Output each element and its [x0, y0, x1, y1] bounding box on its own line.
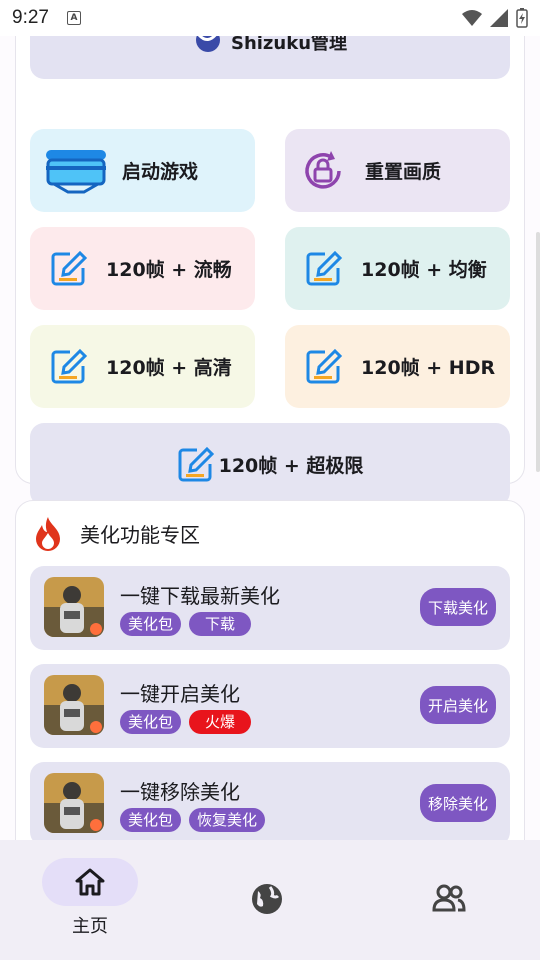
- tag-badge: 美化包: [120, 710, 182, 734]
- tag-badge: 下载: [189, 612, 252, 636]
- hot-badge: 火爆: [189, 710, 252, 734]
- section-title: 美化功能专区: [80, 522, 200, 547]
- fps120-hdr-button[interactable]: 120帧 + HDR: [285, 325, 510, 408]
- fps120-hd-label: 120帧 + 高清: [106, 357, 232, 379]
- item-title: 一键移除美化: [120, 780, 240, 804]
- game-character-thumbnail: [44, 675, 104, 735]
- main-scroll[interactable]: Shizuku管理 启动游戏 重置画质 120帧 + 流畅 120帧 + 均衡 …: [0, 36, 540, 840]
- item-title: 一键下载最新美化: [120, 584, 280, 608]
- reset-quality-button[interactable]: 重置画质: [285, 129, 510, 212]
- enable-beautify-button[interactable]: 开启美化: [419, 686, 496, 724]
- nav-home-label: 主页: [72, 916, 108, 937]
- fps120-hd-button[interactable]: 120帧 + 高清: [30, 325, 255, 408]
- tag-badge: 恢复美化: [189, 808, 266, 832]
- edit-icon: [306, 250, 343, 285]
- lock-reset-icon: [305, 150, 341, 189]
- edit-icon: [178, 446, 214, 481]
- fps120-hdr-label: 120帧 + HDR: [361, 357, 496, 379]
- shizuku-manage-button[interactable]: Shizuku管理: [30, 36, 510, 79]
- nav-explore-button[interactable]: [250, 882, 284, 920]
- tag-group: 美化包 下载: [120, 612, 252, 636]
- tag-group: 美化包 火爆: [120, 710, 252, 734]
- section-header: 美化功能专区: [32, 515, 200, 551]
- people-icon: [432, 884, 466, 912]
- tag-badge: 美化包: [120, 612, 182, 636]
- home-icon: [75, 868, 105, 896]
- signal-icon: [490, 9, 508, 27]
- launch-game-button[interactable]: 启动游戏: [30, 129, 255, 212]
- beautify-section-card: 美化功能专区 一键下载最新美化 美化包 下载 下载美化 一键开启美化 美化包 火…: [15, 500, 525, 840]
- battery-charging-icon: [516, 8, 528, 28]
- quick-actions-card: Shizuku管理 启动游戏 重置画质 120帧 + 流畅 120帧 + 均衡 …: [15, 36, 525, 506]
- reset-quality-label: 重置画质: [365, 161, 442, 183]
- list-item: 一键下载最新美化 美化包 下载 下载美化: [30, 566, 510, 650]
- fps120-smooth-button[interactable]: 120帧 + 流畅: [30, 227, 255, 310]
- game-character-thumbnail: [44, 577, 104, 637]
- fire-icon: [36, 517, 60, 551]
- edit-icon: [51, 348, 88, 383]
- vr-headset-icon: [46, 149, 106, 193]
- fps120-smooth-label: 120帧 + 流畅: [106, 259, 232, 281]
- shizuku-logo-icon: [195, 36, 220, 52]
- fps120-extreme-label: 120帧 + 超极限: [218, 455, 364, 477]
- list-item: 一键开启美化 美化包 火爆 开启美化: [30, 664, 510, 748]
- fps120-balanced-label: 120帧 + 均衡: [361, 259, 487, 281]
- nav-home-button[interactable]: [42, 858, 138, 906]
- status-time: 9:27: [12, 7, 49, 28]
- fps120-extreme-button[interactable]: 120帧 + 超极限: [30, 423, 510, 506]
- wifi-icon: [462, 10, 482, 26]
- nav-people-button[interactable]: [432, 884, 466, 916]
- fps120-balanced-button[interactable]: 120帧 + 均衡: [285, 227, 510, 310]
- status-bar: 9:27 A: [0, 0, 540, 36]
- launch-game-label: 启动游戏: [122, 161, 199, 183]
- list-item: 一键移除美化 美化包 恢复美化 移除美化: [30, 762, 510, 840]
- globe-icon: [252, 884, 282, 914]
- remove-beautify-button[interactable]: 移除美化: [419, 784, 496, 822]
- edit-icon: [306, 348, 343, 383]
- tag-badge: 美化包: [120, 808, 182, 832]
- game-character-thumbnail: [44, 773, 104, 833]
- edit-icon: [51, 250, 88, 285]
- item-title: 一键开启美化: [120, 682, 240, 706]
- shizuku-label: Shizuku管理: [230, 36, 348, 54]
- bottom-navigation: 主页: [0, 840, 540, 960]
- download-beautify-button[interactable]: 下载美化: [419, 588, 496, 626]
- tag-group: 美化包 恢复美化: [120, 808, 266, 832]
- notification-a-icon: A: [66, 11, 81, 25]
- scrollbar[interactable]: [536, 232, 540, 472]
